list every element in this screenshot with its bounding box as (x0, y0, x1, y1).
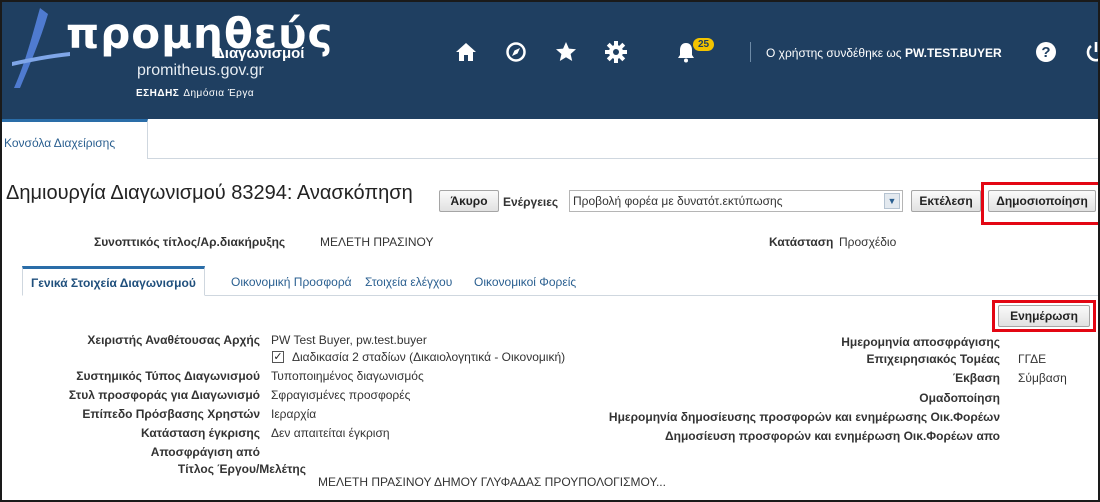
cancel-button[interactable]: Άκυρο (439, 190, 499, 212)
tab-control-data[interactable]: Στοιχεία ελέγχου (365, 266, 452, 296)
field-value-two-stage: Διαδικασία 2 σταδίων (Δικαιολογητικά - Ο… (292, 350, 566, 364)
field-label-access-level: Επίπεδο Πρόσβασης Χρηστών (82, 407, 260, 421)
header-divider (750, 42, 751, 62)
help-icon[interactable]: ? (1034, 40, 1058, 64)
tab-admin-console[interactable]: Κονσόλα Διαχείρισης (2, 119, 148, 159)
field-value-outcome: Σύμβαση (1018, 371, 1067, 385)
field-label-outcome: Έκβαση (952, 371, 1000, 385)
field-label-approval-status: Κατάσταση έγκρισης (141, 426, 260, 440)
field-label-unsealing-date: Ημερομηνία αποσφράγισης (841, 335, 1000, 349)
tab-general-info[interactable]: Γενικά Στοιχεία Διαγωνισμού (22, 266, 205, 296)
field-label-project-title: Τίτλος Έργου/Μελέτης (177, 462, 306, 476)
actions-label: Ενέργειες (503, 195, 559, 209)
two-stage-checkbox[interactable]: ✓ (272, 351, 284, 363)
app-window: προμηθεύς Διαγωνισμοί promitheus.gov.gr … (0, 0, 1100, 502)
svg-text:?: ? (1041, 44, 1050, 61)
user-login-text: Ο χρήστης συνδέθηκε ως PW.TEST.BUYER (766, 46, 1002, 60)
field-label-publication-by: Δημοσίευση προσφορών και ενημέρωση Οικ.Φ… (665, 429, 1000, 443)
update-highlight-box (992, 300, 1096, 332)
top-tab-bar: Κονσόλα Διαχείρισης (2, 119, 1098, 159)
field-value-approval-status: Δεν απαιτείται έγκριση (271, 426, 390, 440)
field-label-authority-operator: Χειριστής Αναθέτουσας Αρχής (87, 333, 260, 347)
field-value-project-title: ΜΕΛΕΤΗ ΠΡΑΣΙΝΟΥ ΔΗΜΟΥ ΓΛΥΦΑΔΑΣ ΠΡΟΥΠΟΛΟΓ… (318, 475, 666, 489)
actions-select[interactable]: Προβολή φορέα με δυνατότ.εκτύπωσης ▼ (569, 190, 903, 212)
publish-highlight-box (981, 182, 1098, 225)
field-value-business-sector: ΓΓΔΕ (1018, 352, 1047, 366)
field-value-offer-style: Σφραγισμένες προσφορές (271, 388, 411, 402)
field-label-offer-style: Στυλ προσφοράς για Διαγωνισμό (68, 388, 260, 402)
power-icon[interactable] (1084, 40, 1100, 64)
app-header: προμηθεύς Διαγωνισμοί promitheus.gov.gr … (2, 2, 1100, 119)
summary-title-value: ΜΕΛΕΤΗ ΠΡΑΣΙΝΟΥ (320, 235, 434, 249)
status-label: Κατάσταση (769, 235, 834, 249)
logo-swoosh-icon (12, 8, 70, 88)
field-label-system-type: Συστημικός Τύπος Διαγωνισμού (76, 369, 260, 383)
home-icon[interactable] (454, 40, 478, 64)
notification-badge: 25 (693, 38, 715, 51)
gear-icon[interactable] (604, 40, 628, 64)
summary-title-label: Συνοπτικός τίτλος/Αρ.διακήρυξης (94, 235, 286, 249)
tab-economic-operators[interactable]: Οικονομικοί Φορείς (474, 266, 576, 296)
chevron-down-icon[interactable]: ▼ (884, 193, 900, 209)
compass-icon[interactable] (504, 40, 528, 64)
logo-domain: promitheus.gov.gr (137, 62, 264, 79)
field-value-authority-operator: PW Test Buyer, pw.test.buyer (271, 333, 427, 347)
field-label-grouping: Ομαδοποίηση (919, 391, 1000, 405)
tab-financial-offer[interactable]: Οικονομική Προσφορά (231, 266, 352, 296)
field-value-system-type: Τυποποιημένος διαγωνισμός (271, 369, 424, 383)
page-title: Δημιουργία Διαγωνισμού 83294: Ανασκόπηση (6, 182, 413, 204)
logo-esidis: ΕΣΗΔΗΣ Δημόσια Έργα (136, 88, 255, 99)
field-value-access-level: Ιεραρχία (271, 407, 317, 421)
execute-button[interactable]: Εκτέλεση (911, 190, 981, 212)
status-value: Προσχέδιο (839, 235, 897, 249)
field-label-unsealing-by: Αποσφράγιση από (150, 445, 260, 459)
field-label-publication-date: Ημερομηνία δημοσίευσης προσφορών και ενη… (608, 410, 1000, 424)
field-label-business-sector: Επιχειρησιακός Τομέας (866, 352, 1000, 366)
star-icon[interactable] (554, 40, 578, 64)
logo-subtitle: Διαγωνισμοί (214, 45, 305, 62)
tender-tabs: Γενικά Στοιχεία Διαγωνισμού Οικονομική Π… (22, 266, 1098, 296)
